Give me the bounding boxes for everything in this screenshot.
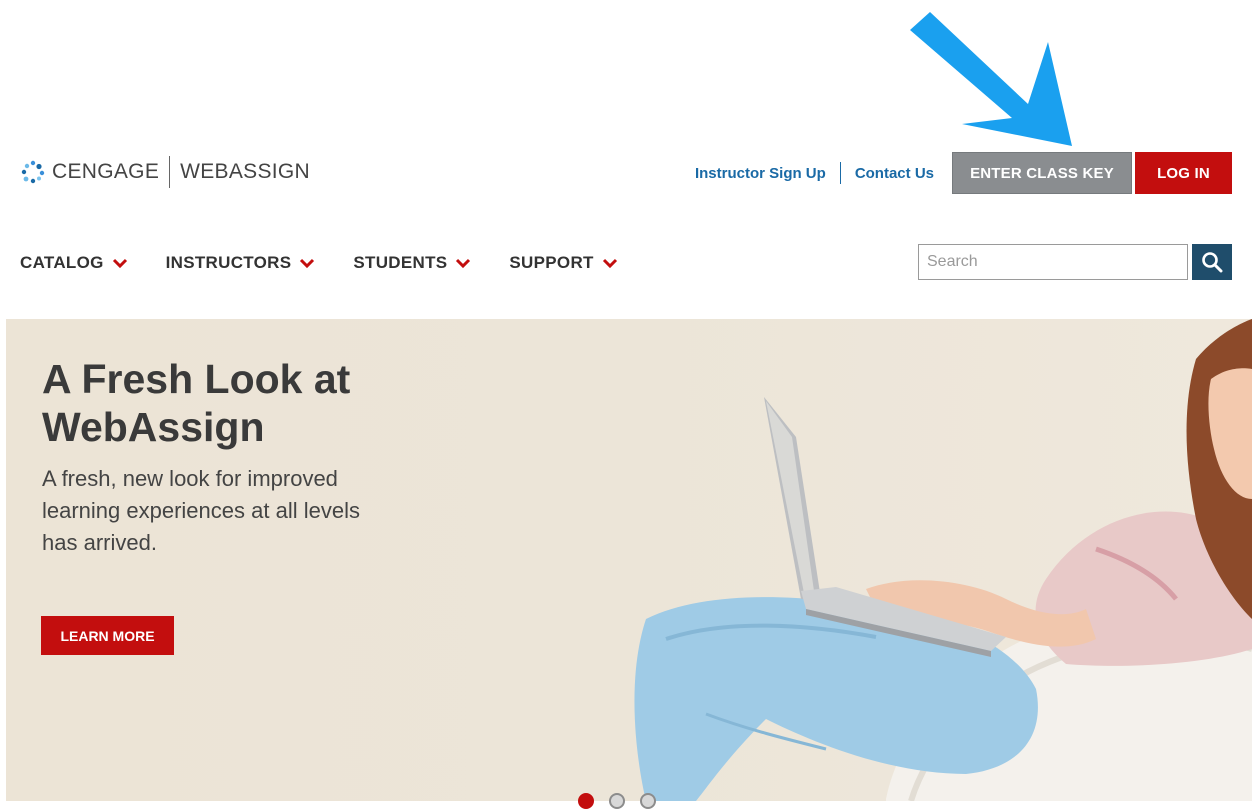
annotation-arrow <box>910 12 1072 146</box>
nav-item-support[interactable]: SUPPORT <box>509 253 617 273</box>
logo-brand-text: CENGAGE <box>52 160 160 183</box>
chevron-down-icon <box>602 258 617 269</box>
instructor-sign-up-link[interactable]: Instructor Sign Up <box>695 165 826 182</box>
link-separator <box>839 162 841 184</box>
search-input[interactable] <box>918 244 1188 280</box>
cengage-logo-icon <box>21 160 45 184</box>
carousel-dot-1[interactable] <box>578 793 594 809</box>
logo-product-text: WEBASSIGN <box>180 160 311 183</box>
contact-us-link[interactable]: Contact Us <box>855 165 934 182</box>
logo-separator <box>169 156 171 188</box>
utility-links: Instructor Sign Up Contact Us <box>695 152 934 194</box>
hero-banner: A Fresh Look at WebAssign A fresh, new l… <box>6 319 1252 801</box>
chevron-down-icon <box>300 258 315 269</box>
search-icon <box>1202 252 1223 273</box>
carousel-dot-2[interactable] <box>609 793 625 809</box>
nav-item-label: INSTRUCTORS <box>165 253 292 272</box>
nav-item-students[interactable]: STUDENTS <box>353 253 471 273</box>
log-in-button[interactable]: LOG IN <box>1135 152 1232 194</box>
search-button[interactable] <box>1192 244 1232 280</box>
hero-description: A fresh, new look for improved learning … <box>42 466 360 555</box>
nav-item-label: SUPPORT <box>509 253 594 272</box>
chevron-down-icon <box>456 258 471 269</box>
nav-item-label: CATALOG <box>20 253 104 272</box>
carousel-dot-3[interactable] <box>640 793 656 809</box>
enter-class-key-button[interactable]: ENTER CLASS KEY <box>952 152 1132 194</box>
hero-title: A Fresh Look at WebAssign <box>42 356 351 450</box>
main-navigation: CATALOG INSTRUCTORS STUDENTS SUPPORT <box>20 244 656 282</box>
learn-more-button[interactable]: LEARN MORE <box>41 616 174 655</box>
nav-item-catalog[interactable]: CATALOG <box>20 253 128 273</box>
cengage-webassign-logo[interactable]: CENGAGE WEBASSIGN <box>20 150 310 194</box>
chevron-down-icon <box>112 258 127 269</box>
nav-item-label: STUDENTS <box>353 253 448 272</box>
carousel-indicators <box>578 793 671 809</box>
nav-item-instructors[interactable]: INSTRUCTORS <box>166 253 316 273</box>
